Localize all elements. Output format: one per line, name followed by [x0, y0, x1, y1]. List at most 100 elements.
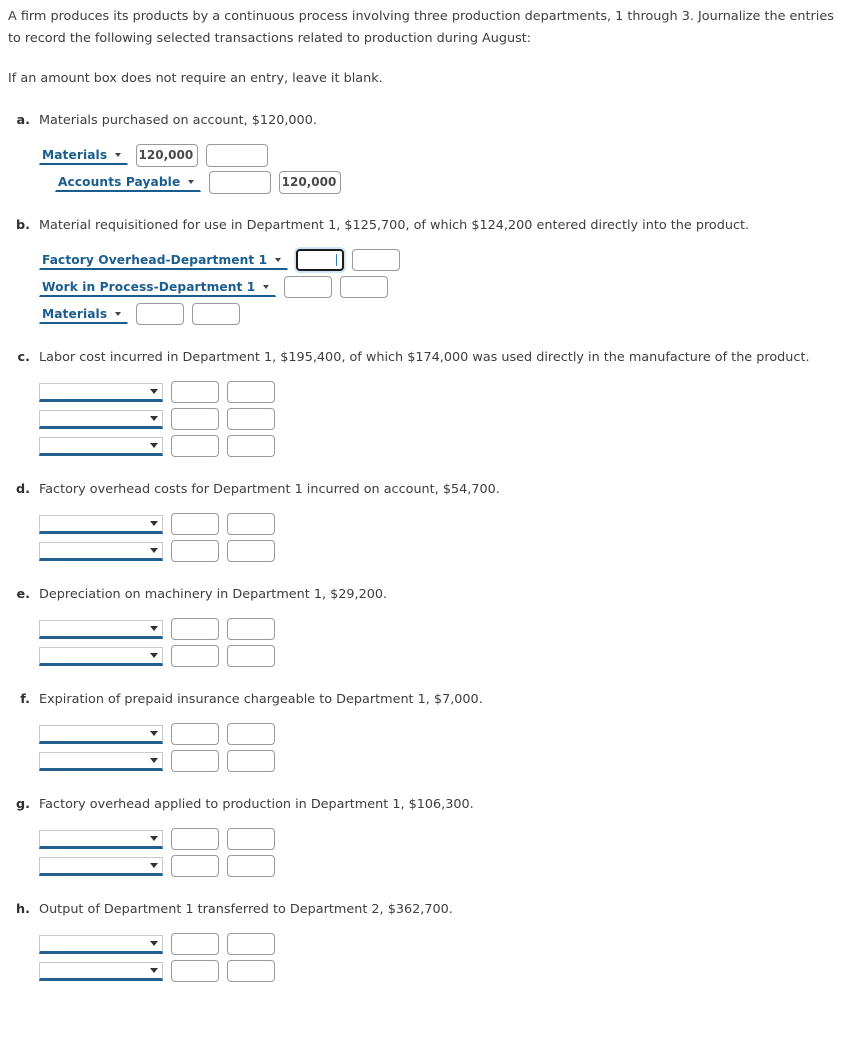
debit-amount-input[interactable] [171, 750, 219, 772]
debit-amount-input[interactable] [171, 645, 219, 667]
chevron-down-icon [150, 758, 158, 763]
credit-amount-input[interactable] [227, 540, 275, 562]
account-cell: Materials [39, 145, 129, 165]
amount-group [163, 513, 275, 535]
account-cell [39, 829, 163, 849]
problem-letter: f. [20, 692, 30, 707]
chevron-down-icon [150, 626, 158, 631]
problem-text: Factory overhead applied to production i… [39, 797, 474, 812]
debit-amount-input[interactable] [171, 435, 219, 457]
problem-text: Materials purchased on account, $120,000… [39, 113, 317, 128]
credit-amount-input[interactable] [340, 276, 389, 298]
account-select[interactable] [39, 829, 163, 849]
chevron-down-icon [115, 152, 122, 157]
debit-amount-input[interactable] [296, 249, 345, 271]
account-cell [39, 934, 163, 954]
credit-amount-input[interactable] [192, 303, 241, 325]
account-select[interactable]: Work in Process-Department 1 [39, 277, 277, 297]
credit-amount-input[interactable] [227, 855, 275, 877]
credit-amount-input[interactable] [227, 750, 275, 772]
credit-amount-input[interactable] [206, 143, 269, 167]
credit-amount-input[interactable] [227, 828, 275, 850]
journal-entry-row [39, 721, 848, 747]
problem-a: a. Materials purchased on account, $120,0… [8, 112, 848, 195]
debit-amount-input[interactable] [171, 933, 219, 955]
credit-amount-input[interactable] [227, 408, 275, 430]
chevron-down-icon [150, 863, 158, 868]
journal-entry-row [39, 616, 848, 642]
credit-amount-input[interactable] [227, 723, 275, 745]
account-cell: Work in Process-Department 1 [39, 277, 277, 297]
account-cell [39, 541, 163, 561]
credit-amount-input[interactable] [227, 618, 275, 640]
journal-entry-table [8, 616, 848, 669]
chevron-down-icon [150, 653, 158, 658]
account-select[interactable] [39, 409, 163, 429]
journal-entry-row: Accounts Payable 120,000 [39, 169, 848, 195]
intro-paragraph-1: A firm produces its products by a contin… [8, 9, 834, 46]
problem-text: Labor cost incurred in Department 1, $19… [39, 350, 810, 365]
chevron-down-icon [150, 731, 158, 736]
credit-amount-input[interactable]: 120,000 [279, 170, 342, 194]
debit-amount-input[interactable] [171, 828, 219, 850]
debit-amount-input[interactable] [171, 513, 219, 535]
account-select[interactable] [39, 856, 163, 876]
amount-group [163, 828, 275, 850]
credit-amount-input[interactable] [227, 513, 275, 535]
debit-amount-input[interactable] [171, 618, 219, 640]
amount-group [163, 540, 275, 562]
problem-prompt: d. Factory overhead costs for Department … [8, 481, 848, 499]
debit-amount-input[interactable] [209, 170, 272, 194]
account-select[interactable]: Accounts Payable [55, 172, 202, 192]
chevron-down-icon [150, 548, 158, 553]
chevron-down-icon [150, 416, 158, 421]
debit-amount-input[interactable] [136, 303, 185, 325]
amount-group [163, 435, 275, 457]
debit-amount-input[interactable] [171, 960, 219, 982]
credit-amount-input[interactable] [227, 933, 275, 955]
text-cursor [335, 254, 338, 266]
account-select[interactable] [39, 961, 163, 981]
problem-b: b. Material requisitioned for use in Depa… [8, 217, 848, 327]
chevron-down-icon [188, 179, 195, 184]
account-select[interactable] [39, 382, 163, 402]
problem-g: g. Factory overhead applied to production… [8, 796, 848, 879]
problem-c: c. Labor cost incurred in Department 1, $… [8, 349, 848, 459]
problem-letter: d. [15, 482, 30, 497]
amount-group [276, 276, 389, 298]
problem-text: Material requisitioned for use in Depart… [39, 218, 750, 233]
account-select[interactable] [39, 646, 163, 666]
account-select[interactable] [39, 934, 163, 954]
credit-amount-input[interactable] [227, 960, 275, 982]
account-select[interactable] [39, 724, 163, 744]
debit-amount-input[interactable] [284, 276, 333, 298]
account-select[interactable] [39, 514, 163, 534]
account-select[interactable]: Materials [39, 304, 129, 324]
credit-amount-input[interactable] [227, 645, 275, 667]
problem-text: Depreciation on machinery in Department … [39, 587, 388, 602]
chevron-down-icon [263, 284, 270, 289]
account-select[interactable] [39, 541, 163, 561]
debit-amount-input[interactable] [171, 723, 219, 745]
chevron-down-icon [150, 836, 158, 841]
account-cell: Materials [39, 304, 129, 324]
account-select[interactable]: Materials [39, 145, 129, 165]
debit-amount-input[interactable]: 120,000 [136, 143, 199, 167]
credit-amount-input[interactable] [352, 249, 401, 271]
account-select[interactable] [39, 751, 163, 771]
account-cell: Factory Overhead-Department 1 [39, 250, 289, 270]
amount-group [163, 855, 275, 877]
account-select[interactable]: Factory Overhead-Department 1 [39, 250, 289, 270]
debit-amount-input[interactable] [171, 540, 219, 562]
credit-amount-input[interactable] [227, 381, 275, 403]
amount-group [163, 933, 275, 955]
debit-amount-input[interactable] [171, 381, 219, 403]
journal-entry-table: Factory Overhead-Department 1 Work in Pro… [8, 247, 848, 327]
account-select[interactable] [39, 436, 163, 456]
chevron-down-icon [150, 968, 158, 973]
debit-amount-input[interactable] [171, 855, 219, 877]
problem-letter: g. [15, 797, 30, 812]
credit-amount-input[interactable] [227, 435, 275, 457]
account-select[interactable] [39, 619, 163, 639]
debit-amount-input[interactable] [171, 408, 219, 430]
